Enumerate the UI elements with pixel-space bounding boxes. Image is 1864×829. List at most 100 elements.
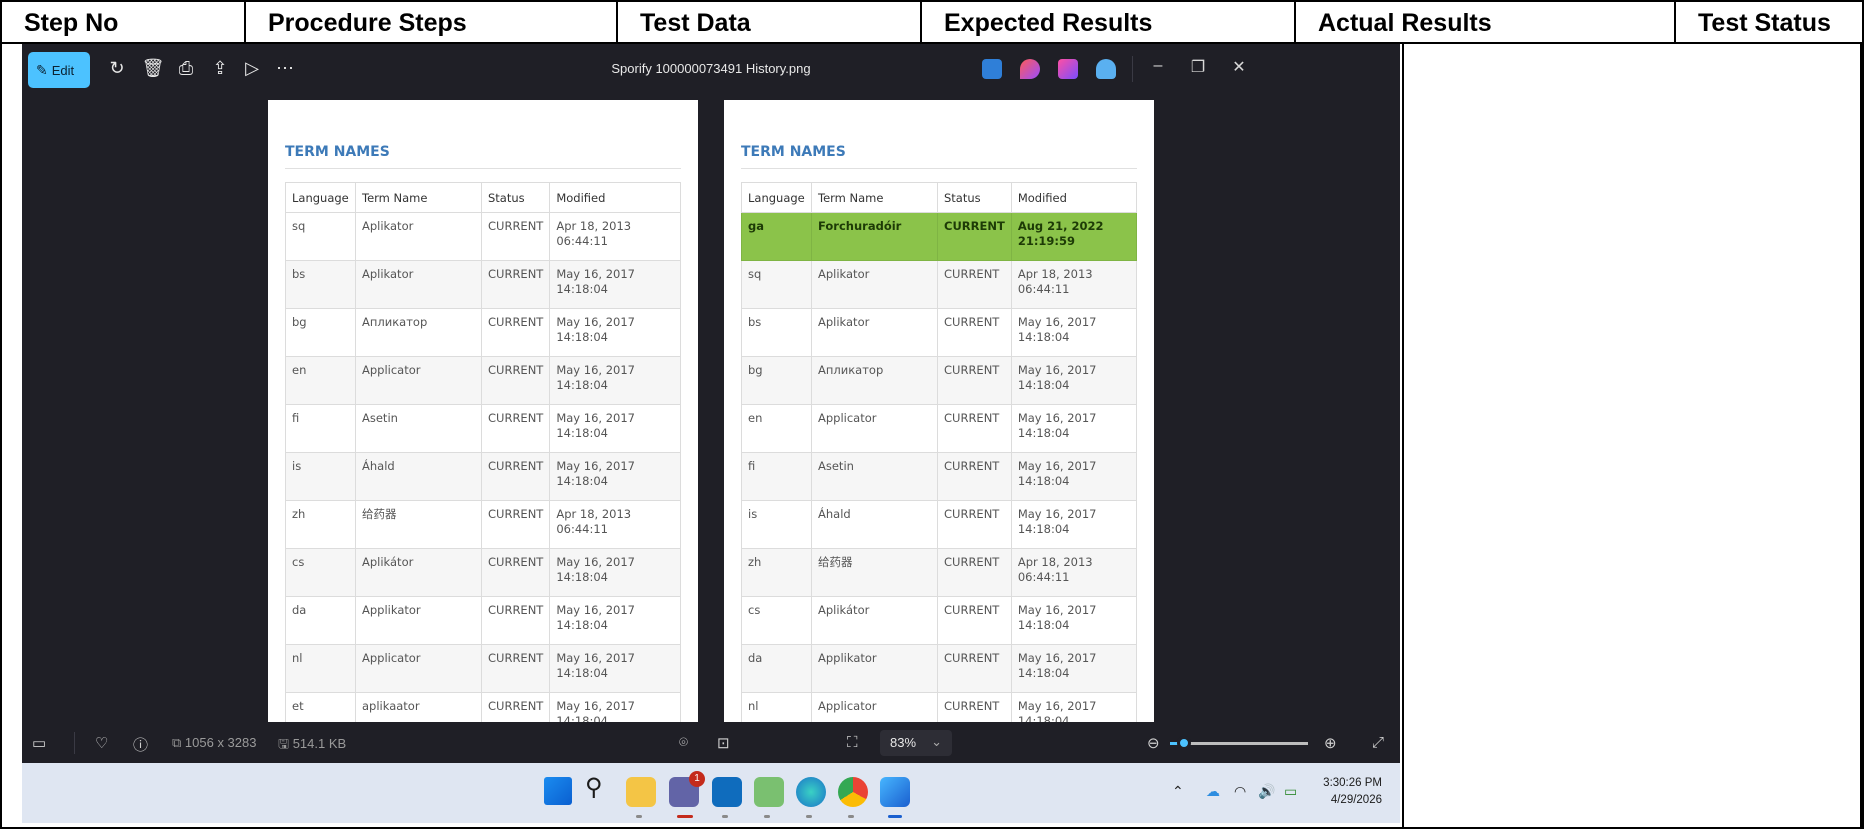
column-header-modified: Modified [1010, 182, 1138, 213]
minimize-icon[interactable]: – [1146, 57, 1170, 75]
fit-to-window-icon[interactable]: ⛶ [847, 734, 858, 751]
heading-divider [741, 168, 1137, 169]
active-indicator [677, 815, 693, 818]
modified-cell: May 16, 2017 14:18:04 [549, 596, 681, 645]
notepad-icon[interactable] [754, 777, 784, 807]
term-name-cell: aplikaator [355, 692, 482, 722]
term-name-cell: Aplikator [355, 212, 482, 261]
visual-search-icon[interactable]: ⌾ [679, 734, 688, 751]
language-cell: nl [741, 692, 812, 722]
language-cell: da [741, 644, 812, 693]
term-name-cell: Asetin [355, 404, 482, 453]
column-header-status: Status [480, 182, 551, 213]
status-cell: CURRENT [937, 212, 1012, 261]
outlook-icon[interactable] [712, 777, 742, 807]
running-indicator [806, 815, 812, 818]
modified-cell: Apr 18, 2013 06:44:11 [1010, 260, 1138, 309]
modified-cell: Apr 18, 2013 06:44:11 [549, 212, 681, 261]
dimensions-icon: ⧉ [172, 735, 185, 750]
copilot-design-icon[interactable] [1020, 59, 1040, 79]
clipchamp-icon[interactable] [1058, 59, 1078, 79]
header-test-status: Test Status [1698, 9, 1831, 37]
term-name-cell: Aplikator [355, 260, 482, 309]
modified-cell: May 16, 2017 14:18:04 [1010, 404, 1138, 453]
image-canvas[interactable]: TERM NAMES Language Term Name Status Mod… [22, 96, 1400, 722]
table-row: en Applicator CURRENT May 16, 2017 14:18:04 [741, 404, 1138, 453]
term-name-cell: Forchuradóir [811, 212, 938, 261]
term-name-cell: Aplikator [811, 308, 938, 357]
language-cell: ga [741, 212, 812, 261]
close-icon[interactable]: ✕ [1227, 57, 1251, 77]
teams-icon[interactable]: 1 [669, 771, 705, 807]
onedrive-off-icon[interactable] [1096, 59, 1116, 79]
zoom-value: 83% [890, 735, 917, 750]
table-row: zh 给药器 CURRENT Apr 18, 2013 06:44:11 [285, 500, 681, 549]
favorite-heart-icon[interactable]: ♡ [95, 734, 108, 752]
table-row: cs Aplikátor CURRENT May 16, 2017 14:18:04 [741, 596, 1138, 645]
chrome-icon[interactable] [838, 777, 868, 807]
wifi-icon[interactable]: ◠ [1234, 783, 1246, 800]
page-top-edge [724, 96, 1154, 104]
running-indicator [722, 815, 728, 818]
header-test-data: Test Data [618, 2, 922, 42]
viewer-toolbar: ✎ Edit ↻ 🗑 ⎙ ⇪ ▷ ⋯ Sporify 100000073491 H… [22, 44, 1400, 96]
language-cell: bs [285, 260, 356, 309]
show-hidden-icons-chevron-icon[interactable]: ⌃ [1172, 783, 1184, 800]
table-header-row: Language Term Name Status Modified [741, 182, 1138, 213]
status-cell: CURRENT [480, 356, 551, 405]
onedrive-cloud-icon[interactable]: ☁ [1206, 783, 1220, 800]
status-cell: CURRENT [937, 644, 1012, 693]
filmstrip-icon[interactable]: ▭ [32, 734, 46, 752]
language-cell: nl [285, 644, 356, 693]
zoom-slider-thumb[interactable] [1176, 736, 1191, 750]
table-row: bg Апликатор CURRENT May 16, 2017 14:18:04 [285, 308, 681, 357]
status-separator [74, 732, 75, 754]
language-cell: en [741, 404, 812, 453]
table-row: cs Aplikátor CURRENT May 16, 2017 14:18:04 [285, 548, 681, 597]
modified-cell: May 16, 2017 14:18:04 [549, 260, 681, 309]
volume-icon[interactable]: 🔊 [1258, 783, 1275, 800]
status-cell: CURRENT [937, 404, 1012, 453]
table-row: et aplikaator CURRENT May 16, 2017 14:18:04 [285, 692, 681, 722]
edge-icon[interactable] [796, 777, 826, 807]
column-header-status: Status [937, 182, 1012, 213]
term-names-table: Language Term Name Status Modified sq Apl… [285, 182, 681, 722]
photos-icon[interactable] [880, 777, 910, 807]
photo-editor-app-icon[interactable] [982, 59, 1002, 79]
system-clock[interactable]: 3:30:26 PM 4/29/2026 [1323, 775, 1382, 809]
file-explorer-icon[interactable] [626, 777, 656, 807]
modified-cell: May 16, 2017 14:18:04 [549, 356, 681, 405]
status-cell: CURRENT [480, 212, 551, 261]
chevron-down-icon: ⌄ [931, 734, 942, 749]
term-name-cell: Applikator [811, 644, 938, 693]
windows-taskbar: ⚲ 1 ⌃ ☁ ◠ 🔊 ▭ 3:30:26 PM 4/29/2026 [22, 763, 1400, 823]
ocr-text-icon[interactable]: ⊡ [717, 734, 730, 752]
language-cell: is [285, 452, 356, 501]
language-cell: cs [285, 548, 356, 597]
zoom-in-icon[interactable]: ⊕ [1324, 734, 1337, 752]
table-row: da Applikator CURRENT May 16, 2017 14:18:04 [741, 644, 1138, 693]
full-screen-icon[interactable]: ⤢ [1372, 734, 1384, 751]
info-icon[interactable]: ⓘ [133, 734, 148, 755]
language-cell: en [285, 356, 356, 405]
table-row: fi Asetin CURRENT May 16, 2017 14:18:04 [741, 452, 1138, 501]
modified-cell: Apr 18, 2013 06:44:11 [549, 500, 681, 549]
status-cell: CURRENT [480, 308, 551, 357]
battery-icon[interactable]: ▭ [1284, 783, 1297, 800]
zoom-slider-track[interactable] [1183, 742, 1308, 745]
windows-start-icon[interactable] [544, 777, 572, 805]
term-name-cell: Applicator [355, 644, 482, 693]
term-name-cell: Applikator [355, 596, 482, 645]
modified-cell: May 16, 2017 14:18:04 [1010, 692, 1138, 722]
zoom-out-icon[interactable]: ⊖ [1147, 734, 1160, 752]
table-row: nl Applicator CURRENT May 16, 2017 14:18:04 [741, 692, 1138, 722]
search-icon[interactable]: ⚲ [585, 773, 615, 803]
term-name-cell: Апликатор [355, 308, 482, 357]
restore-icon[interactable]: ❐ [1186, 57, 1210, 77]
term-name-cell: Aplikátor [355, 548, 482, 597]
status-cell: CURRENT [480, 500, 551, 549]
language-cell: bg [741, 356, 812, 405]
zoom-dropdown[interactable]: 83% ⌄ [880, 730, 952, 756]
table-row: sq Aplikator CURRENT Apr 18, 2013 06:44:11 [285, 212, 681, 261]
column-divider [1860, 42, 1862, 827]
